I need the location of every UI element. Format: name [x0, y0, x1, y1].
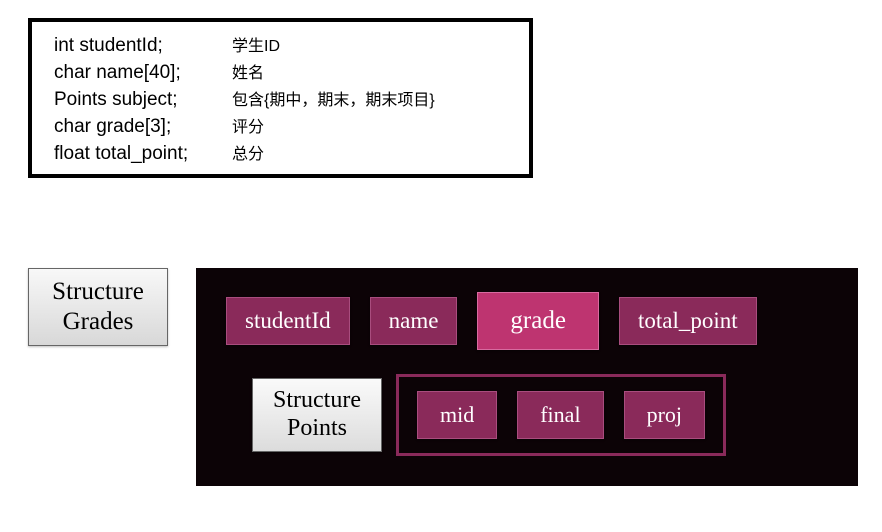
decl-text: int studentId;: [54, 35, 232, 57]
label-line: Points: [257, 415, 377, 443]
decl-text: Points subject;: [54, 89, 232, 111]
field-proj: proj: [624, 391, 705, 439]
field-studentid: studentId: [226, 297, 350, 345]
points-fields-border: mid final proj: [396, 374, 726, 456]
code-row: char grade[3]; 评分: [54, 113, 507, 138]
field-final: final: [517, 391, 603, 439]
label-line: Structure: [35, 277, 161, 307]
note-text: 姓名: [232, 59, 264, 83]
code-row: int studentId; 学生ID: [54, 32, 507, 57]
note-text: 评分: [232, 113, 264, 137]
diagram-area: Structure Grades studentId name grade to…: [28, 268, 858, 486]
note-text: 学生ID: [232, 32, 280, 56]
grades-panel: studentId name grade total_point Structu…: [196, 268, 858, 486]
points-substructure: Structure Points mid final proj: [252, 374, 726, 456]
code-row: float total_point; 总分: [54, 140, 507, 165]
field-grade: grade: [477, 292, 599, 350]
structure-grades-label: Structure Grades: [28, 268, 168, 346]
note-text: 总分: [232, 140, 264, 164]
field-totalpoint: total_point: [619, 297, 757, 345]
structure-points-label: Structure Points: [252, 378, 382, 451]
field-name: name: [370, 297, 458, 345]
grades-fields-row: studentId name grade total_point: [226, 292, 757, 350]
note-text: 包含{期中，期末，期末项目}: [232, 86, 435, 110]
code-row: char name[40]; 姓名: [54, 59, 507, 84]
field-mid: mid: [417, 391, 497, 439]
code-row: Points subject; 包含{期中，期末，期末项目}: [54, 86, 507, 111]
decl-text: float total_point;: [54, 143, 232, 165]
label-line: Grades: [35, 307, 161, 337]
decl-text: char grade[3];: [54, 116, 232, 138]
label-line: Structure: [257, 387, 377, 415]
struct-definition-box: int studentId; 学生ID char name[40]; 姓名 Po…: [28, 18, 533, 178]
decl-text: char name[40];: [54, 62, 232, 84]
